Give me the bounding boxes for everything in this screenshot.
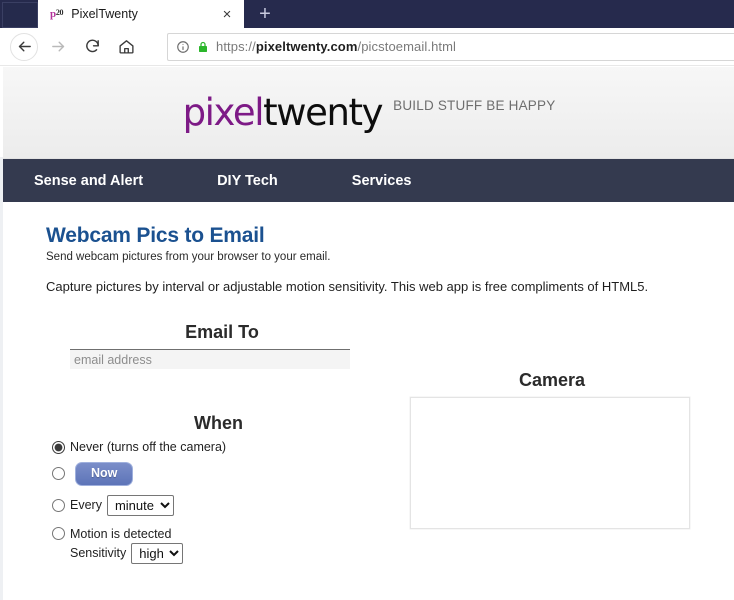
option-never-row: Never (turns off the camera) — [46, 440, 391, 454]
browser-window: p20 PixelTwenty × + https://pixeltwenty.… — [0, 0, 734, 600]
forward-icon — [41, 30, 75, 64]
form-columns: Email To When Never (turns off the camer… — [46, 322, 734, 564]
page-content: Webcam Pics to Email Send webcam picture… — [0, 202, 734, 564]
browser-tab-pixeltwenty[interactable]: p20 PixelTwenty × — [38, 0, 244, 28]
radio-every[interactable] — [52, 498, 65, 512]
email-section: Email To — [70, 322, 374, 369]
now-button[interactable]: Now — [75, 462, 134, 486]
page-subtitle: Send webcam pictures from your browser t… — [46, 251, 331, 263]
lock-icon[interactable] — [197, 40, 209, 54]
tab-strip: p20 PixelTwenty × + — [0, 0, 734, 28]
tab-title: PixelTwenty — [71, 7, 138, 21]
url-scheme: https:// — [216, 39, 256, 54]
left-column: Email To When Never (turns off the camer… — [46, 322, 391, 564]
close-icon[interactable]: × — [218, 5, 236, 23]
logo-part-twenty: twenty — [263, 91, 383, 134]
option-every-label: Every — [70, 498, 102, 513]
tabstrip-left-cap — [0, 0, 38, 28]
address-bar[interactable]: https://pixeltwenty.com/picstoemail.html — [167, 32, 734, 61]
nav-item-diy-tech[interactable]: DIY Tech — [217, 173, 278, 189]
site-header: pixeltwenty BUILD STUFF BE HAPPY — [0, 67, 734, 159]
option-motion-row: Motion is detected — [46, 527, 391, 541]
home-icon[interactable] — [109, 30, 143, 64]
option-never-label: Never (turns off the camera) — [70, 440, 227, 454]
email-section-heading: Email To — [185, 322, 259, 342]
page-viewport: pixeltwenty BUILD STUFF BE HAPPY Sense a… — [0, 67, 734, 600]
site-tagline: BUILD STUFF BE HAPPY — [393, 98, 556, 113]
page-title: Webcam Pics to Email — [46, 224, 265, 247]
sensitivity-row: Sensitivity high — [70, 542, 391, 564]
email-input[interactable] — [70, 349, 350, 369]
radio-now[interactable] — [52, 467, 65, 481]
url-text: https://pixeltwenty.com/picstoemail.html — [216, 39, 456, 54]
camera-section: Camera — [410, 370, 694, 529]
back-icon[interactable] — [10, 32, 38, 61]
when-section-heading: When — [194, 413, 243, 433]
logo-part-pixel: pixel — [182, 91, 265, 134]
page-description: Capture pictures by interval or adjustab… — [46, 279, 649, 294]
option-every-row: Every minute — [46, 494, 391, 516]
favicon-p20: p20 — [50, 7, 64, 20]
option-now-row: Now — [46, 462, 391, 486]
url-domain: pixeltwenty.com — [255, 39, 358, 54]
browser-toolbar: https://pixeltwenty.com/picstoemail.html — [0, 28, 734, 66]
camera-preview[interactable] — [410, 397, 690, 529]
sensitivity-label: Sensitivity — [70, 546, 127, 561]
nav-item-services[interactable]: Services — [352, 173, 412, 189]
nav-item-sense-and-alert[interactable]: Sense and Alert — [34, 173, 143, 189]
site-nav: Sense and Alert DIY Tech Services — [0, 159, 734, 202]
info-icon[interactable] — [176, 40, 190, 54]
when-section: When Never (turns off the camera) Now Ev… — [46, 413, 391, 564]
reload-icon[interactable] — [75, 30, 109, 64]
sensitivity-select[interactable]: high — [131, 542, 184, 564]
radio-motion[interactable] — [52, 527, 65, 541]
url-path: /picstoemail.html — [357, 39, 457, 54]
site-logo[interactable]: pixeltwenty — [182, 91, 384, 134]
camera-section-heading: Camera — [518, 370, 586, 390]
interval-select[interactable]: minute — [106, 494, 174, 516]
option-motion-label: Motion is detected — [70, 526, 172, 541]
radio-never[interactable] — [52, 440, 65, 454]
new-tab-button[interactable]: + — [248, 0, 282, 28]
